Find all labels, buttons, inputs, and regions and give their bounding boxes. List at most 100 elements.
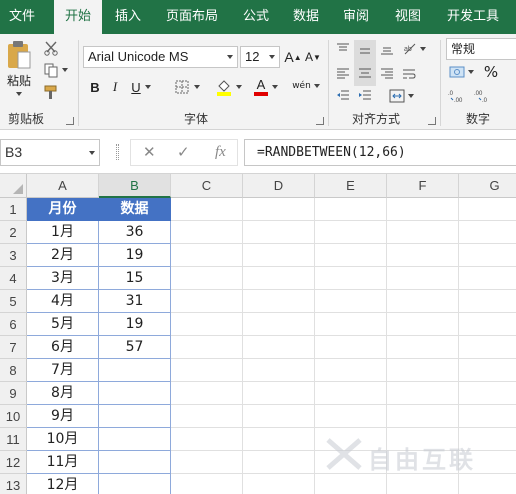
cell[interactable] <box>315 267 387 290</box>
font-name-combo[interactable]: Arial Unicode MS <box>83 46 238 68</box>
name-box[interactable]: B3 <box>0 139 100 166</box>
tab-page-layout[interactable]: 页面布局 <box>158 0 226 34</box>
alignment-dialog-launcher[interactable] <box>428 117 436 125</box>
value-cell[interactable]: 19 <box>99 244 171 267</box>
increase-indent-button[interactable] <box>356 86 374 106</box>
row-header[interactable]: 12 <box>0 451 27 474</box>
cell[interactable] <box>315 359 387 382</box>
month-cell[interactable]: 5月 <box>27 313 99 336</box>
confirm-entry-button[interactable]: ✓ <box>177 140 190 165</box>
cell[interactable] <box>171 267 243 290</box>
cell[interactable] <box>315 336 387 359</box>
formula-bar-grip[interactable] <box>116 144 119 160</box>
cell[interactable] <box>315 221 387 244</box>
wrap-text-button[interactable] <box>400 64 418 84</box>
font-dialog-launcher[interactable] <box>316 117 324 125</box>
month-cell[interactable]: 3月 <box>27 267 99 290</box>
cell[interactable] <box>459 198 516 221</box>
month-cell[interactable]: 10月 <box>27 428 99 451</box>
cell[interactable] <box>315 405 387 428</box>
cell[interactable] <box>387 198 459 221</box>
cell[interactable] <box>459 405 516 428</box>
cell[interactable] <box>171 382 243 405</box>
cut-button[interactable] <box>40 38 62 58</box>
copy-button[interactable] <box>40 60 70 80</box>
month-cell[interactable]: 7月 <box>27 359 99 382</box>
cell[interactable] <box>243 359 315 382</box>
cell[interactable] <box>243 267 315 290</box>
grow-font-button[interactable]: A ▲ <box>284 47 302 67</box>
cell[interactable] <box>171 359 243 382</box>
month-cell[interactable]: 12月 <box>27 474 99 494</box>
font-color-button[interactable]: A <box>250 76 282 98</box>
column-header-e[interactable]: E <box>315 174 387 198</box>
merge-center-button[interactable] <box>384 86 418 106</box>
cell[interactable] <box>459 290 516 313</box>
cell[interactable] <box>387 267 459 290</box>
number-format-combo[interactable]: 常规 <box>446 38 516 60</box>
value-cell[interactable] <box>99 359 171 382</box>
row-header[interactable]: 4 <box>0 267 27 290</box>
cell[interactable] <box>171 221 243 244</box>
column-header-b[interactable]: B <box>99 174 171 198</box>
month-cell[interactable]: 9月 <box>27 405 99 428</box>
decrease-decimal-button[interactable]: .00.0 <box>472 86 494 106</box>
tab-file[interactable]: 文件 <box>0 0 44 34</box>
cell[interactable] <box>171 428 243 451</box>
cell[interactable] <box>315 474 387 494</box>
tab-view[interactable]: 视图 <box>386 0 430 34</box>
column-header-g[interactable]: G <box>459 174 516 198</box>
cell[interactable] <box>315 313 387 336</box>
cell[interactable] <box>459 474 516 494</box>
cell[interactable] <box>171 405 243 428</box>
month-cell[interactable]: 1月 <box>27 221 99 244</box>
accounting-format-button[interactable] <box>446 62 476 82</box>
cell[interactable] <box>315 244 387 267</box>
cell[interactable] <box>243 198 315 221</box>
formula-input[interactable]: =RANDBETWEEN(12,66) <box>244 139 516 166</box>
align-middle-button[interactable] <box>354 40 376 86</box>
underline-button[interactable]: U <box>126 76 156 98</box>
row-header[interactable]: 1 <box>0 198 27 221</box>
value-cell[interactable]: 15 <box>99 267 171 290</box>
row-header[interactable]: 11 <box>0 428 27 451</box>
cell[interactable] <box>243 244 315 267</box>
cell[interactable] <box>459 221 516 244</box>
align-left-button[interactable] <box>334 64 352 84</box>
select-all-button[interactable] <box>0 174 27 198</box>
cell[interactable] <box>387 313 459 336</box>
tab-data[interactable]: 数据 <box>284 0 328 34</box>
cell[interactable] <box>171 313 243 336</box>
value-cell[interactable] <box>99 474 171 494</box>
cell[interactable] <box>243 382 315 405</box>
column-header-a[interactable]: A <box>27 174 99 198</box>
row-header[interactable]: 9 <box>0 382 27 405</box>
cell[interactable] <box>243 405 315 428</box>
cell[interactable] <box>315 290 387 313</box>
row-header[interactable]: 3 <box>0 244 27 267</box>
row-header[interactable]: 8 <box>0 359 27 382</box>
cell[interactable] <box>459 382 516 405</box>
cell[interactable] <box>243 221 315 244</box>
cell[interactable] <box>387 474 459 494</box>
insert-function-button[interactable]: fx <box>215 140 226 165</box>
bold-button[interactable]: B <box>86 76 104 98</box>
phonetic-guide-button[interactable]: wén <box>290 74 322 98</box>
cancel-entry-button[interactable]: ✕ <box>143 140 156 165</box>
cell[interactable] <box>243 428 315 451</box>
cell[interactable] <box>387 221 459 244</box>
column-header-c[interactable]: C <box>171 174 243 198</box>
font-size-combo[interactable]: 12 <box>240 46 280 68</box>
align-top-button[interactable] <box>334 40 352 58</box>
column-header-f[interactable]: F <box>387 174 459 198</box>
tab-home[interactable]: 开始 <box>54 0 102 35</box>
value-cell[interactable]: 36 <box>99 221 171 244</box>
shrink-font-button[interactable]: A ▼ <box>304 47 322 67</box>
format-painter-button[interactable] <box>40 82 62 102</box>
month-cell[interactable]: 4月 <box>27 290 99 313</box>
cell[interactable] <box>171 244 243 267</box>
value-cell[interactable] <box>99 451 171 474</box>
table-header-cell[interactable]: 月份 <box>27 198 99 221</box>
row-header[interactable]: 10 <box>0 405 27 428</box>
cell[interactable] <box>171 198 243 221</box>
